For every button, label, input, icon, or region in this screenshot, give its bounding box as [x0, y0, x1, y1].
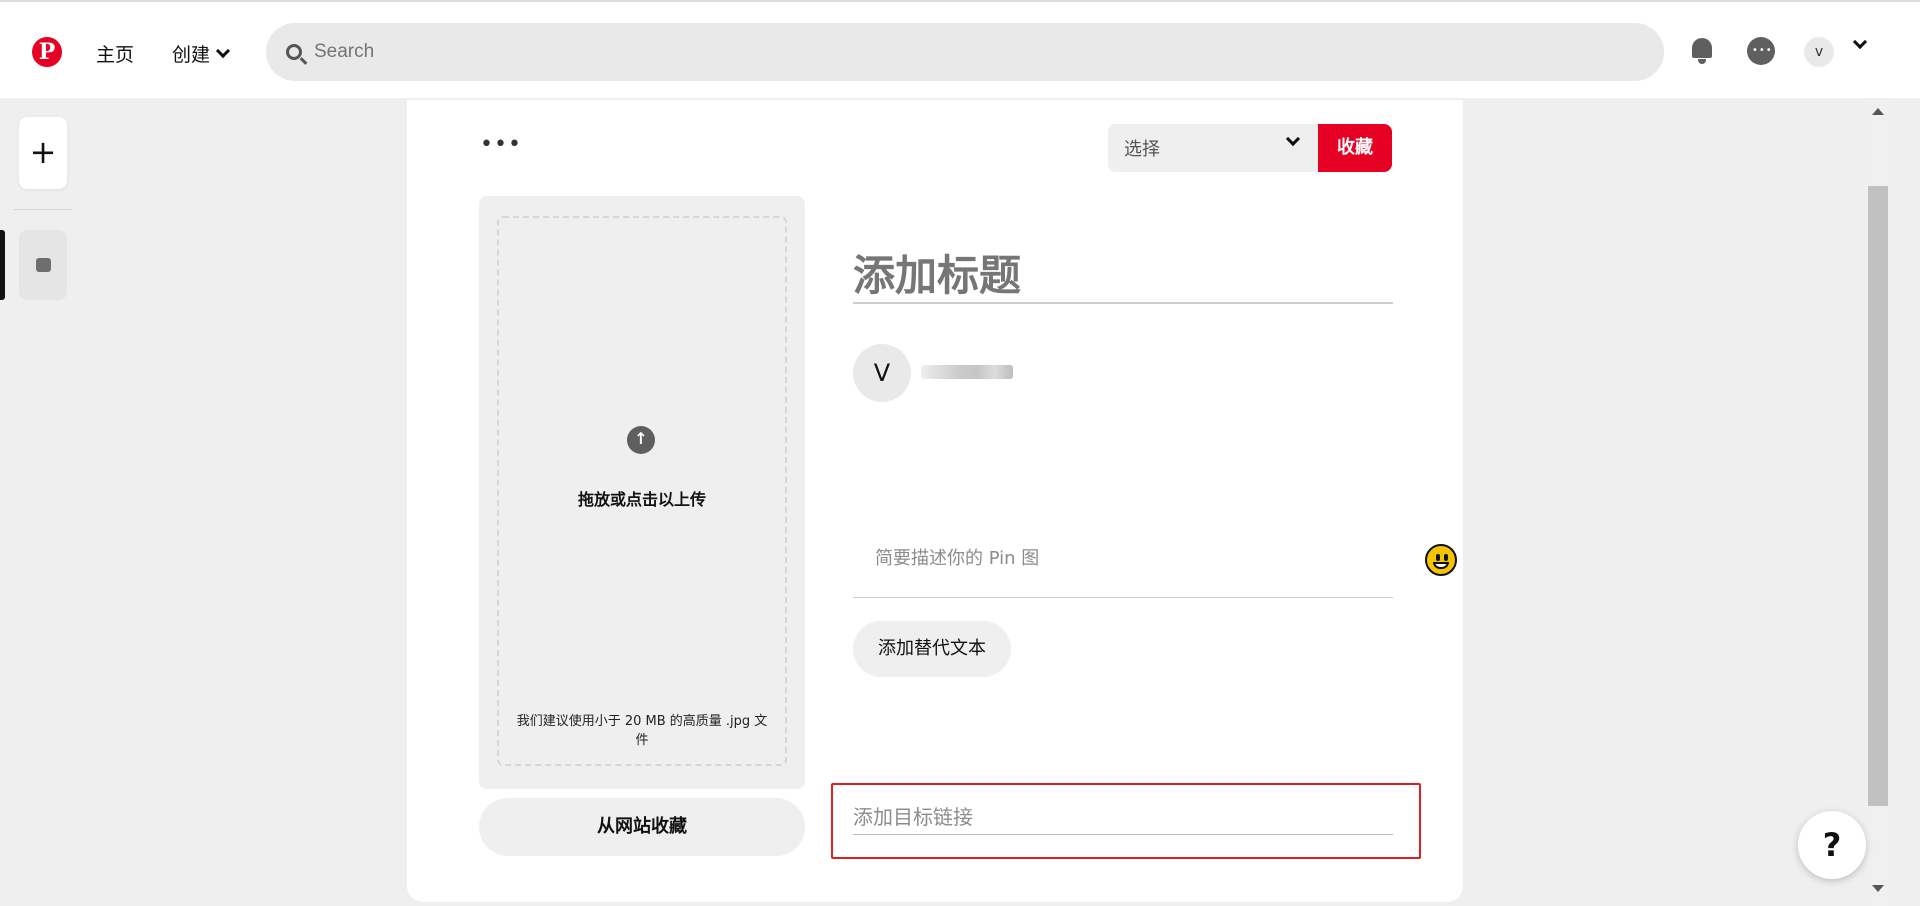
pin-builder-card: ••• 选择 收藏 ↑ 拖放或点击以上传 我们建议使用小于 20 MB 的高质量… — [407, 100, 1463, 902]
rail-divider — [14, 209, 72, 210]
author-avatar: V — [853, 344, 911, 402]
nav-home-link[interactable]: 主页 — [96, 40, 134, 67]
board-select-value: 选择 — [1124, 139, 1160, 160]
messages-chat-icon[interactable]: ••• — [1747, 37, 1775, 65]
scrollbar-thumb[interactable] — [1868, 186, 1888, 806]
save-from-website-button[interactable]: 从网站收藏 — [479, 798, 805, 856]
image-upload-area[interactable]: ↑ 拖放或点击以上传 我们建议使用小于 20 MB 的高质量 .jpg 文件 — [479, 196, 805, 789]
nav-create-label: 创建 — [172, 44, 211, 66]
account-chevron-down-icon[interactable] — [1852, 34, 1868, 50]
save-button[interactable]: 收藏 — [1318, 124, 1392, 172]
account-avatar[interactable]: v — [1804, 37, 1834, 67]
chevron-down-icon — [1285, 131, 1301, 147]
scroll-down-arrow-icon[interactable] — [1872, 885, 1884, 892]
pinterest-logo-icon[interactable]: P — [32, 37, 62, 67]
emoji-picker-icon[interactable] — [1425, 544, 1457, 576]
search-icon — [286, 44, 302, 60]
upload-label: 拖放或点击以上传 — [577, 490, 706, 509]
rail-selected-indicator — [0, 230, 5, 300]
nav-create-menu[interactable]: 创建 — [172, 40, 231, 67]
notifications-bell-icon[interactable] — [1690, 35, 1714, 65]
search-bar[interactable] — [266, 23, 1664, 81]
search-input[interactable] — [314, 41, 1614, 63]
description-input[interactable]: 简要描述你的 Pin 图 — [853, 538, 1393, 598]
help-button[interactable]: ? — [1798, 811, 1866, 879]
add-alt-text-button[interactable]: 添加替代文本 — [853, 621, 1011, 677]
draft-pin-thumbnail[interactable] — [19, 230, 67, 300]
image-icon — [36, 258, 51, 272]
chevron-down-icon — [215, 43, 231, 58]
upload-dropzone[interactable]: ↑ 拖放或点击以上传 我们建议使用小于 20 MB 的高质量 .jpg 文件 — [497, 216, 787, 766]
board-select-dropdown[interactable]: 选择 — [1108, 124, 1318, 172]
destination-link-highlight: 添加目标链接 — [831, 783, 1421, 859]
destination-link-input[interactable]: 添加目标链接 — [853, 793, 1393, 835]
create-new-pin-button[interactable]: + — [19, 117, 67, 189]
upload-hint: 我们建议使用小于 20 MB 的高质量 .jpg 文件 — [516, 714, 768, 748]
scroll-up-arrow-icon[interactable] — [1872, 108, 1884, 115]
top-header: P 主页 创建 ••• v — [0, 0, 1920, 98]
upload-arrow-icon: ↑ — [627, 426, 655, 454]
more-options-icon[interactable]: ••• — [480, 134, 522, 156]
author-name-redacted — [921, 365, 1013, 379]
title-input[interactable]: 添加标题 — [853, 238, 1393, 304]
